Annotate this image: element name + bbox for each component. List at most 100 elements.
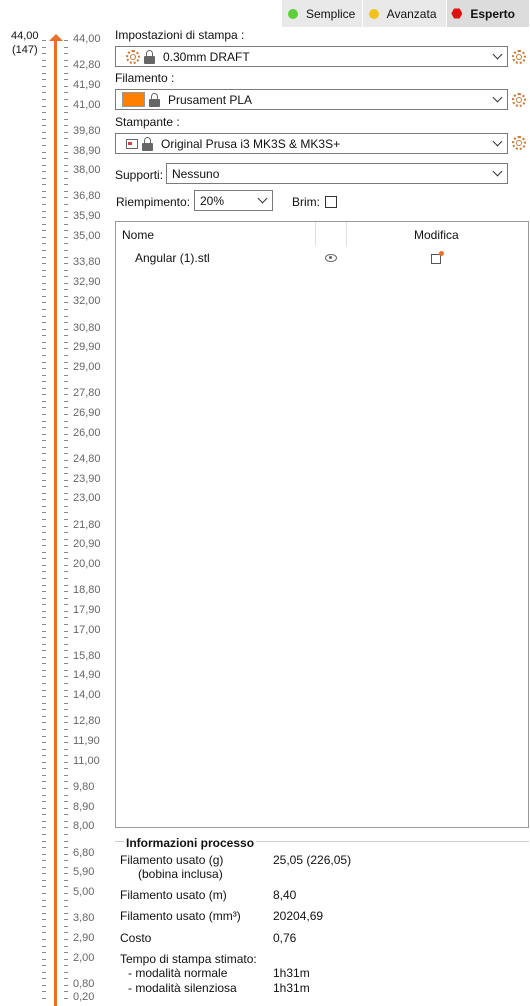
supports-label: Supporti:	[115, 168, 164, 182]
eye-icon[interactable]	[325, 254, 337, 262]
slider-tick	[42, 768, 46, 770]
slider-tick-label: 8,90	[73, 800, 95, 813]
slider-tick	[42, 525, 46, 527]
print-settings-combo[interactable]: 0.30mm DRAFT	[115, 46, 508, 67]
slider-tick	[42, 532, 46, 534]
slider-tick	[64, 532, 68, 534]
slider-tick	[42, 486, 46, 488]
slider-tick	[64, 466, 68, 468]
info-value: 8,40	[273, 888, 297, 902]
slider-tick	[64, 381, 68, 383]
chevron-down-icon	[492, 166, 503, 177]
mode-advanced-button[interactable]: Avanzata	[362, 0, 448, 27]
slider-tick	[42, 131, 46, 133]
slider-tick-label: 29,90	[73, 341, 101, 354]
slider-tick	[42, 952, 46, 954]
slider-tick	[64, 112, 68, 114]
info-label: Filamento usato (mm³)	[120, 909, 241, 923]
slider-tick	[42, 263, 46, 265]
slider-tick	[64, 696, 68, 698]
slider-tick	[42, 538, 46, 540]
slider-tick	[42, 728, 46, 730]
slider-thumb-icon[interactable]	[49, 34, 63, 41]
print-settings-edit-gear-icon[interactable]	[512, 50, 526, 64]
column-divider	[346, 222, 347, 246]
slider-tick-label: 3,80	[73, 912, 95, 925]
slider-tick	[42, 748, 46, 750]
slider-tick	[64, 315, 68, 317]
layer-slider[interactable]: 44,00 (147) 44,00 42,80 41,90 41,00 39,80 38,…	[0, 28, 110, 1006]
slider-tick	[42, 92, 46, 94]
slider-tick	[64, 263, 68, 265]
printer-edit-gear-icon[interactable]	[512, 136, 526, 150]
edit-settings-icon[interactable]	[431, 251, 444, 264]
slider-tick	[42, 840, 46, 842]
slider-tick	[64, 499, 68, 501]
slider-tick	[42, 164, 46, 166]
info-value: 1h31m	[273, 981, 310, 995]
slider-tick	[64, 873, 68, 875]
slider-tick	[64, 131, 68, 133]
mode-simple-button[interactable]: Semplice	[282, 0, 363, 27]
slider-tick	[42, 702, 46, 704]
infill-combo[interactable]: 20%	[194, 190, 273, 211]
slider-tick	[42, 978, 46, 980]
object-list[interactable]: Nome Modifica Angular (1).stl	[115, 221, 529, 828]
slider-tick	[42, 374, 46, 376]
slider-tick	[42, 505, 46, 507]
slider-tick	[42, 59, 46, 61]
slider-tick	[64, 394, 68, 396]
slider-tick-label: 20,90	[73, 538, 101, 551]
printer-combo[interactable]: Original Prusa i3 MK3S & MK3S+	[115, 133, 508, 154]
slider-tick	[42, 217, 46, 219]
supports-combo[interactable]: Nessuno	[166, 163, 508, 184]
column-name-header[interactable]: Nome	[122, 228, 154, 242]
slider-tick	[42, 72, 46, 74]
object-row[interactable]: Angular (1).stl	[116, 247, 528, 269]
slider-tick	[64, 545, 68, 547]
slider-tick	[42, 807, 46, 809]
slider-tick-label: 8,00	[73, 820, 95, 833]
brim-checkbox[interactable]	[325, 196, 337, 208]
slider-tick	[42, 79, 46, 81]
slider-tick	[64, 256, 68, 258]
slider-tick	[42, 886, 46, 888]
slider-tick	[64, 289, 68, 291]
slider-tick	[64, 46, 68, 48]
slider-tick	[64, 788, 68, 790]
slider-tick	[64, 814, 68, 816]
slider-tick	[42, 630, 46, 632]
slider-tick	[64, 354, 68, 356]
slider-track[interactable]	[54, 40, 57, 1006]
slider-tick-label: 29,00	[73, 361, 101, 374]
info-value: 20204,69	[273, 909, 324, 923]
slider-tick	[64, 709, 68, 711]
slider-tick	[64, 40, 68, 41]
slider-tick	[42, 446, 46, 448]
slider-tick	[64, 722, 68, 724]
slider-tick	[42, 381, 46, 383]
slider-tick	[42, 597, 46, 599]
slider-tick	[42, 492, 46, 494]
slider-tick	[42, 610, 46, 612]
slider-tick	[64, 66, 68, 68]
slider-tick	[64, 893, 68, 894]
slider-top-layer: (147)	[12, 44, 38, 56]
slider-tick	[64, 591, 68, 593]
slider-tick	[42, 177, 46, 179]
slider-tick	[64, 919, 68, 921]
column-edit-header[interactable]: Modifica	[414, 228, 459, 242]
filament-color-swatch[interactable]	[122, 92, 145, 107]
mode-expert-button[interactable]: Esperto	[447, 0, 530, 27]
slider-tick	[64, 335, 68, 337]
slider-tick	[42, 998, 46, 999]
slider-tick	[42, 571, 46, 573]
slider-tick	[64, 158, 68, 160]
filament-combo[interactable]: Prusament PLA	[115, 89, 508, 110]
slider-tick	[42, 112, 46, 114]
slider-tick	[42, 479, 46, 481]
slider-tick	[42, 105, 46, 107]
filament-edit-gear-icon[interactable]	[512, 93, 526, 107]
slider-tick	[64, 774, 68, 776]
slider-tick-label: 2,00	[73, 951, 95, 964]
